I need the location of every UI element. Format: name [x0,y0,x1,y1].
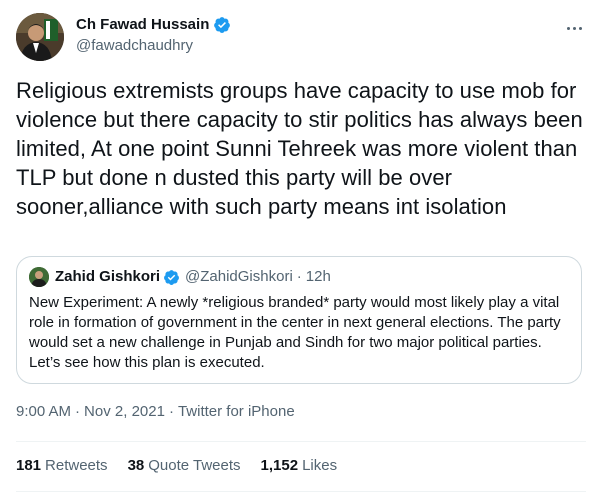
author-avatar-image [16,13,64,61]
engagement-stats: 181 Retweets 38 Quote Tweets 1,152 Likes [16,456,357,476]
verified-badge-icon [164,269,179,285]
quoted-author-name[interactable]: Zahid Gishkori [55,267,160,287]
author-name-row[interactable]: Ch Fawad Hussain [76,15,231,35]
tweet-source[interactable]: Twitter for iPhone [178,403,295,420]
quoted-author-handle[interactable]: @ZahidGishkori [185,267,293,287]
separator-dot: · [168,403,174,420]
likes-label: Likes [302,457,338,474]
author-name[interactable]: Ch Fawad Hussain [76,15,209,35]
divider [16,441,586,442]
quoted-author-avatar[interactable] [29,267,49,287]
more-options-icon [566,26,570,30]
retweets-count: 181 [16,457,42,474]
quoted-tweet-text: New Experiment: A newly *religious brand… [29,294,561,371]
quote-tweets-stat[interactable]: 38 Quote Tweets [128,456,241,476]
likes-count: 1,152 [260,457,299,474]
retweets-label: Retweets [45,457,108,474]
more-options-button[interactable] [560,14,588,42]
tweet-time[interactable]: 9:00 AM [16,403,71,420]
more-options-icon-dot [572,26,576,30]
retweets-stat[interactable]: 181 Retweets [16,456,108,476]
tweet: Ch Fawad Hussain @fawadchaudhry Religiou… [0,0,602,496]
author-handle[interactable]: @fawadchaudhry [76,36,193,56]
quoted-tweet-card[interactable]: Zahid Gishkori @ZahidGishkori · 12h New … [16,256,582,384]
quoted-tweet-time[interactable]: 12h [306,267,331,287]
divider [16,491,586,492]
author-avatar[interactable] [16,13,64,61]
separator-dot: · [296,268,302,285]
quoted-author-avatar-image [29,267,49,287]
tweet-text: Religious extremists groups have capacit… [16,78,583,219]
tweet-metadata: 9:00 AM · Nov 2, 2021 · Twitter for iPhone [16,402,295,422]
verified-badge-icon [214,17,231,33]
separator-dot: · [75,403,81,420]
likes-stat[interactable]: 1,152 Likes [261,456,338,476]
quote-tweets-label: Quote Tweets [148,457,241,474]
quote-tweets-count: 38 [127,457,145,474]
tweet-date[interactable]: Nov 2, 2021 [84,403,165,420]
quoted-tweet-header: Zahid Gishkori @ZahidGishkori · 12h [29,267,331,287]
more-options-icon-dot [578,26,582,30]
